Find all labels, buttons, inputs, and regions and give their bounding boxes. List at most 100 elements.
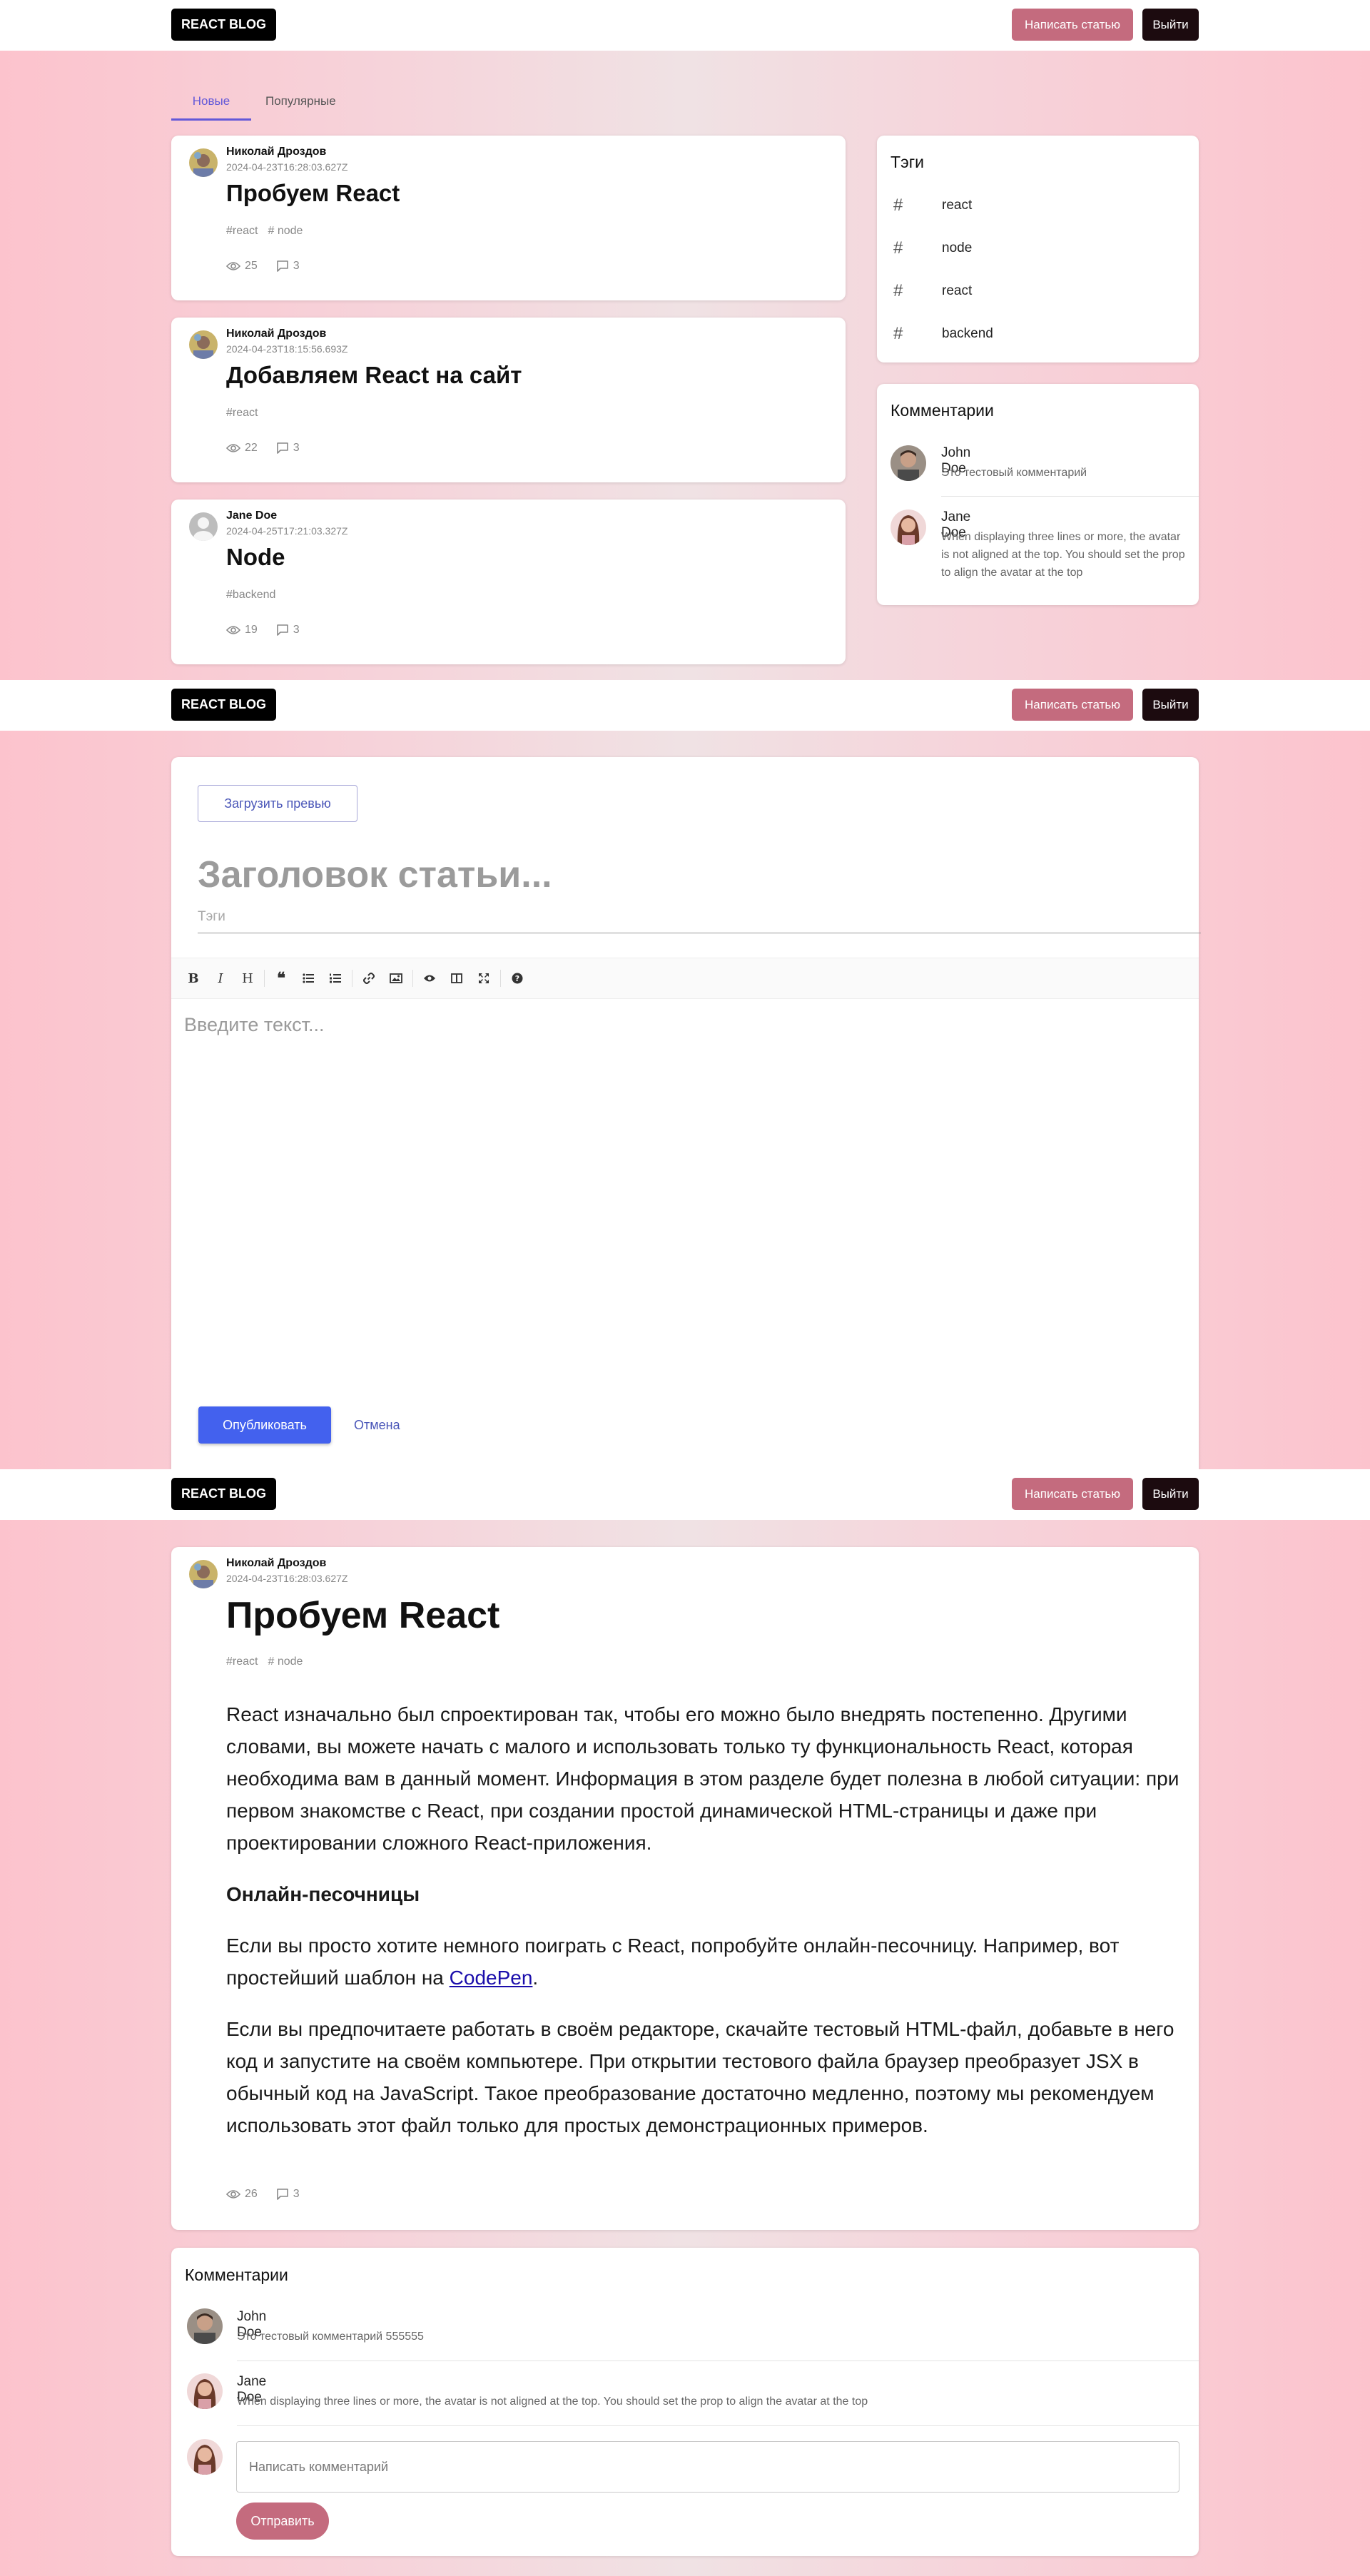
comment-text: When displaying three lines or more, the… bbox=[237, 2395, 868, 2408]
post-title[interactable]: Добавляем React на сайт bbox=[226, 362, 522, 389]
eye-icon bbox=[226, 262, 240, 270]
post-date: 2024-04-23T18:15:56.693Z bbox=[226, 343, 348, 355]
title-input[interactable]: Заголовок статьи... bbox=[198, 853, 552, 896]
views-count: 25 bbox=[245, 260, 258, 272]
preview-icon[interactable] bbox=[416, 965, 443, 992]
post-card[interactable]: Николай Дроздов 2024-04-23T16:28:03.627Z… bbox=[171, 136, 846, 300]
avatar bbox=[189, 1560, 218, 1588]
posts-tabs: Новые Популярные bbox=[171, 82, 385, 121]
eye-icon bbox=[226, 2190, 240, 2199]
write-article-button[interactable]: Написать статью bbox=[1012, 1478, 1133, 1510]
post-author[interactable]: Jane Doe bbox=[226, 509, 277, 522]
post-author[interactable]: Николай Дроздов bbox=[226, 328, 326, 340]
heading-icon[interactable]: H bbox=[234, 965, 261, 992]
upload-preview-button[interactable]: Загрузить превью bbox=[198, 785, 357, 822]
hash-icon: # bbox=[893, 281, 903, 300]
post-tag[interactable]: #react bbox=[226, 225, 258, 237]
codepen-link[interactable]: CodePen bbox=[450, 1967, 533, 1989]
comment-input[interactable]: Написать комментарий bbox=[236, 2441, 1179, 2493]
post-title[interactable]: Node bbox=[226, 544, 285, 571]
editor-toolbar: B I H ❝ ? bbox=[171, 958, 1199, 999]
app-header: REACT BLOG Написать статью Выйти bbox=[0, 0, 1370, 51]
logout-button[interactable]: Выйти bbox=[1142, 1478, 1199, 1510]
hash-icon: # bbox=[893, 196, 903, 215]
avatar bbox=[890, 445, 926, 481]
tags-input[interactable]: Тэги bbox=[198, 909, 1201, 933]
link-icon[interactable] bbox=[355, 965, 382, 992]
post-date: 2024-04-25T17:21:03.327Z bbox=[226, 525, 348, 537]
comment-text: Это тестовый комментарий 555555 bbox=[237, 2331, 424, 2343]
toolbar-separator bbox=[412, 970, 413, 987]
post-tag[interactable]: #react bbox=[226, 407, 258, 419]
tags-block: Тэги # react # node # react # backend bbox=[877, 136, 1199, 362]
post-card[interactable]: Николай Дроздов 2024-04-23T18:15:56.693Z… bbox=[171, 318, 846, 482]
article-tag[interactable]: #react bbox=[226, 1655, 258, 1668]
article-title: Пробуем React bbox=[226, 1595, 500, 1636]
post-card[interactable]: Jane Doe 2024-04-25T17:21:03.327Z Node #… bbox=[171, 500, 846, 664]
post-stats: 22 3 bbox=[226, 442, 318, 455]
tag-item[interactable]: # backend bbox=[890, 313, 1190, 355]
write-article-button[interactable]: Написать статью bbox=[1012, 689, 1133, 721]
article-card: Николай Дроздов 2024-04-23T16:28:03.627Z… bbox=[171, 1547, 1199, 2230]
hash-icon: # bbox=[893, 324, 903, 343]
cancel-button[interactable]: Отмена bbox=[354, 1406, 400, 1444]
publish-button[interactable]: Опубликовать bbox=[198, 1406, 331, 1444]
italic-icon[interactable]: I bbox=[207, 965, 234, 992]
article-tags: #react # node bbox=[226, 1655, 313, 1668]
avatar bbox=[187, 2308, 223, 2344]
logo-button[interactable]: REACT BLOG bbox=[171, 9, 276, 41]
article-paragraph: Если вы предпочитаете работать в своём р… bbox=[226, 2018, 1174, 2136]
tag-item[interactable]: # react bbox=[890, 270, 1190, 313]
logo-button[interactable]: REACT BLOG bbox=[171, 689, 276, 721]
help-icon[interactable]: ? bbox=[504, 965, 531, 992]
editor-textarea[interactable]: Введите текст... bbox=[184, 1014, 324, 1036]
avatar bbox=[187, 2373, 223, 2409]
hash-icon: # bbox=[893, 238, 903, 258]
comments-block: Комментарии John Doe Это тестовый коммен… bbox=[877, 384, 1199, 605]
article-subheading: Онлайн-песочницы bbox=[226, 1883, 420, 1905]
tag-name: react bbox=[942, 283, 973, 298]
quote-icon[interactable]: ❝ bbox=[268, 965, 295, 992]
tag-item[interactable]: # react bbox=[890, 184, 1190, 227]
avatar bbox=[189, 148, 218, 177]
post-date: 2024-04-23T16:28:03.627Z bbox=[226, 161, 348, 173]
send-comment-button[interactable]: Отправить bbox=[236, 2503, 329, 2540]
bold-icon[interactable]: B bbox=[180, 965, 207, 992]
post-tag[interactable]: #backend bbox=[226, 589, 275, 601]
image-icon[interactable] bbox=[382, 965, 410, 992]
post-tag[interactable]: # node bbox=[268, 225, 303, 237]
comments-count: 3 bbox=[293, 260, 300, 272]
svg-text:?: ? bbox=[515, 974, 519, 983]
logo-button[interactable]: REACT BLOG bbox=[171, 1478, 276, 1510]
tag-name: react bbox=[942, 198, 973, 213]
current-user-avatar bbox=[187, 2439, 223, 2475]
comment-icon bbox=[276, 260, 288, 272]
write-article-button[interactable]: Написать статью bbox=[1012, 9, 1133, 41]
divider bbox=[237, 2425, 1199, 2426]
article-date: 2024-04-23T16:28:03.627Z bbox=[226, 1573, 348, 1584]
logout-button[interactable]: Выйти bbox=[1142, 689, 1199, 721]
side-by-side-icon[interactable] bbox=[443, 965, 470, 992]
tab-new[interactable]: Новые bbox=[171, 82, 251, 121]
unordered-list-icon[interactable] bbox=[295, 965, 322, 992]
comment-icon bbox=[276, 442, 288, 454]
ordered-list-icon[interactable] bbox=[322, 965, 349, 992]
post-stats: 25 3 bbox=[226, 260, 318, 273]
article-author[interactable]: Николай Дроздов bbox=[226, 1557, 326, 1570]
tags-block-title: Тэги bbox=[890, 153, 925, 171]
comments-count: 3 bbox=[293, 442, 300, 454]
divider bbox=[941, 496, 1199, 497]
article-paragraph: Если вы просто хотите немного поиграть с… bbox=[226, 1934, 1120, 1989]
tag-item[interactable]: # node bbox=[890, 227, 1190, 270]
post-title[interactable]: Пробуем React bbox=[226, 180, 400, 207]
tab-popular[interactable]: Популярные bbox=[265, 82, 336, 121]
post-author[interactable]: Николай Дроздов bbox=[226, 146, 326, 158]
logout-button[interactable]: Выйти bbox=[1142, 9, 1199, 41]
fullscreen-icon[interactable] bbox=[470, 965, 497, 992]
eye-icon bbox=[226, 444, 240, 452]
article-tag[interactable]: # node bbox=[268, 1655, 303, 1668]
avatar bbox=[890, 509, 926, 545]
comment-icon bbox=[276, 2189, 288, 2200]
views-count: 26 bbox=[245, 2188, 258, 2200]
comments-count: 3 bbox=[293, 2188, 300, 2200]
